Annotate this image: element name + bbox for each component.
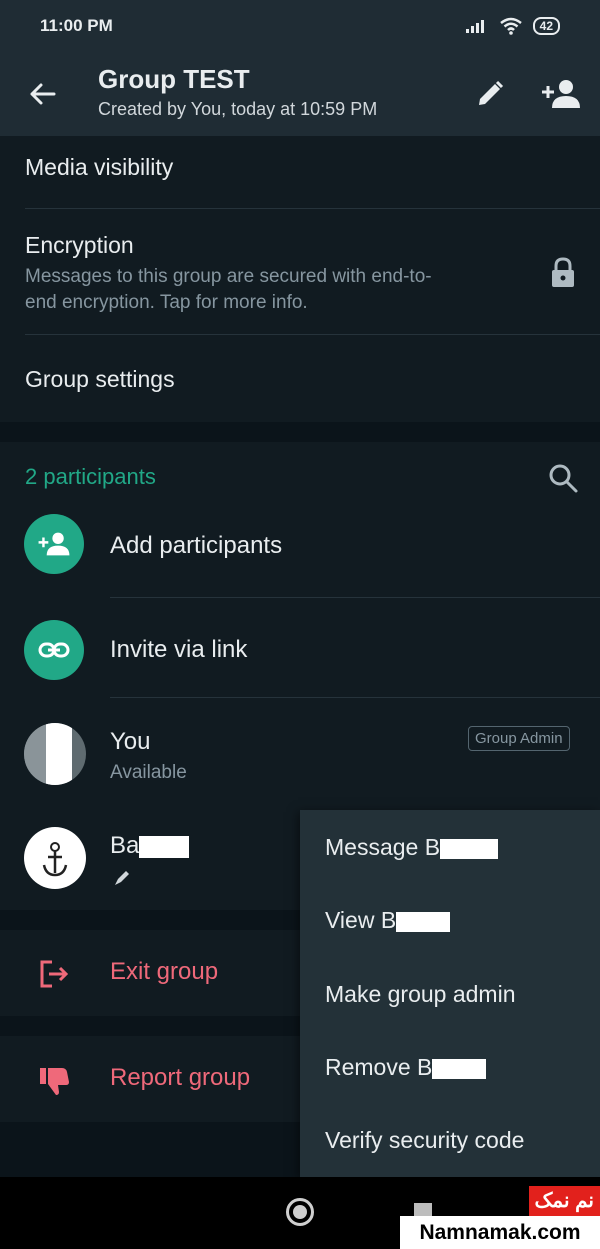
participant-context-menu: Message B View B Make group admin Remove… [300, 810, 600, 1177]
arrow-left-icon [30, 83, 56, 105]
media-visibility-item[interactable]: Media visibility [25, 154, 173, 181]
member-status: Available [110, 762, 187, 783]
group-settings-item[interactable]: Group settings [25, 366, 175, 393]
group-subtitle: Created by You, today at 10:59 PM [98, 99, 378, 119]
pencil-icon [479, 80, 504, 105]
anchor-icon [42, 842, 68, 877]
person-add-icon [38, 532, 70, 556]
redaction-block [432, 1058, 487, 1079]
home-button[interactable] [286, 1198, 314, 1226]
signal-icon [465, 20, 484, 33]
edit-button[interactable] [472, 76, 508, 112]
search-icon[interactable] [547, 462, 579, 494]
redaction-block [396, 911, 451, 932]
member-name[interactable]: You [110, 728, 151, 756]
watermark: نم نمک Namnamak.com [400, 1186, 600, 1249]
group-title: Group TEST [98, 64, 250, 94]
watermark-url: Namnamak.com [400, 1216, 600, 1249]
redaction-block [440, 838, 499, 859]
pen-nib-icon [115, 871, 129, 885]
participants-count: 2 participants [25, 464, 156, 489]
avatar[interactable] [24, 723, 86, 785]
settings-section: Media visibility Encryption Messages to … [0, 136, 600, 422]
menu-item-make-admin[interactable]: Make group admin [325, 981, 516, 1008]
encryption-description: Messages to this group are secured with … [25, 266, 432, 313]
report-group-label[interactable]: Report group [110, 1064, 250, 1092]
back-button[interactable] [24, 76, 60, 112]
divider [25, 334, 600, 335]
add-participants-label[interactable]: Add participants [110, 532, 282, 560]
home-icon [293, 1205, 307, 1219]
menu-item-message[interactable]: Message B [325, 834, 499, 861]
status-bar: 11:00 PM 42 [0, 0, 600, 52]
menu-item-verify-code[interactable]: Verify security code [325, 1127, 524, 1154]
avatar[interactable] [24, 827, 86, 889]
invite-link-label[interactable]: Invite via link [110, 636, 247, 664]
battery-indicator: 42 [532, 17, 560, 35]
exit-group-label[interactable]: Exit group [110, 958, 218, 986]
thumbs-down-icon [40, 1068, 69, 1095]
wifi-icon [499, 17, 522, 35]
group-admin-badge: Group Admin [468, 726, 570, 751]
add-participants-button[interactable] [24, 514, 84, 574]
link-icon [38, 642, 70, 658]
group-title-block[interactable]: Group TEST Created by You, today at 10:5… [98, 64, 377, 120]
app-bar: Group TEST Created by You, today at 10:5… [0, 52, 600, 136]
divider [110, 597, 600, 598]
divider [110, 697, 600, 698]
add-participant-button[interactable] [540, 74, 582, 114]
watermark-logo-text: نم نمک [528, 1186, 600, 1216]
lock-icon [552, 257, 574, 287]
invite-link-button[interactable] [24, 620, 84, 680]
status-icons: 42 [465, 17, 560, 35]
redaction-block [139, 835, 190, 858]
menu-item-view[interactable]: View B [325, 907, 451, 934]
status-time: 11:00 PM [40, 16, 113, 35]
menu-item-remove[interactable]: Remove B [325, 1054, 487, 1081]
exit-icon [40, 960, 69, 988]
encryption-title[interactable]: Encryption [25, 232, 134, 259]
member-name[interactable]: Ba [110, 832, 190, 860]
person-add-icon [542, 80, 580, 108]
divider [25, 208, 600, 209]
